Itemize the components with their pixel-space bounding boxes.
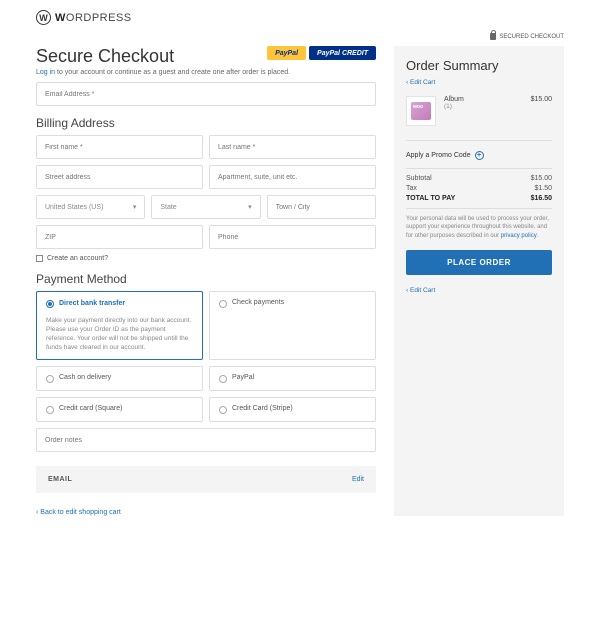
page-title: Secure Checkout <box>36 46 174 67</box>
paypal-credit-button[interactable]: PayPal CREDIT <box>309 46 376 60</box>
privacy-policy-link[interactable]: privacy policy <box>501 233 537 239</box>
apartment-field[interactable] <box>209 165 376 189</box>
payment-option-description: Make your payment directly into our bank… <box>46 316 193 352</box>
logo-text: WORDPRESS <box>55 12 132 24</box>
item-qty: (1) <box>444 103 464 110</box>
order-summary-panel: Order Summary Edit Cart Album (1) $15.00… <box>394 46 564 516</box>
create-account-row[interactable]: Create an account? <box>36 255 376 262</box>
paypal-button[interactable]: PayPal <box>267 46 306 60</box>
create-account-label: Create an account? <box>47 255 108 262</box>
zip-field[interactable] <box>36 225 203 249</box>
payment-option-bank-transfer[interactable]: Direct bank transfer Make your payment d… <box>36 291 203 360</box>
total-row: TOTAL TO PAY$16.50 <box>406 195 552 202</box>
edit-cart-link-bottom[interactable]: Edit Cart <box>406 287 435 294</box>
cart-item: Album (1) $15.00 <box>406 96 552 126</box>
login-note: Log in to your account or continue as a … <box>36 69 376 76</box>
email-edit-link[interactable]: Edit <box>352 476 364 483</box>
subtotal-row: Subtotal$15.00 <box>406 175 552 182</box>
country-select[interactable]: United States (US)▾ <box>36 195 145 219</box>
last-name-field[interactable] <box>209 135 376 159</box>
payment-option-check[interactable]: Check payments <box>209 291 376 360</box>
chevron-down-icon: ▾ <box>248 203 252 211</box>
privacy-note: Your personal data will be used to proce… <box>406 215 552 240</box>
radio-icon <box>219 375 227 383</box>
radio-icon <box>46 375 54 383</box>
place-order-button[interactable]: PLACE ORDER <box>406 250 552 275</box>
payment-option-paypal[interactable]: PayPal <box>209 366 376 391</box>
tax-row: Tax$1.50 <box>406 185 552 192</box>
town-field[interactable] <box>267 195 376 219</box>
chevron-down-icon: ▾ <box>133 203 137 211</box>
edit-cart-link[interactable]: Edit Cart <box>406 79 435 86</box>
state-select[interactable]: State▾ <box>151 195 260 219</box>
plus-circle-icon: + <box>475 151 484 160</box>
woo-icon <box>411 102 431 120</box>
divider <box>406 168 552 169</box>
radio-icon <box>46 300 54 308</box>
payment-option-stripe[interactable]: Credit Card (Stripe) <box>209 397 376 422</box>
back-to-cart-link[interactable]: Back to edit shopping cart <box>36 509 121 516</box>
street-field[interactable] <box>36 165 203 189</box>
divider <box>406 140 552 141</box>
checkout-main: Secure Checkout PayPal PayPal CREDIT Log… <box>36 46 376 516</box>
order-notes-field[interactable] <box>36 428 376 452</box>
billing-heading: Billing Address <box>36 116 376 130</box>
create-account-checkbox[interactable] <box>36 255 43 262</box>
email-field[interactable] <box>36 82 376 106</box>
wordpress-icon: W <box>36 10 51 25</box>
email-bar-label: EMAIL <box>48 476 72 483</box>
summary-title: Order Summary <box>406 58 552 73</box>
radio-icon <box>46 406 54 414</box>
phone-field[interactable] <box>209 225 376 249</box>
login-link[interactable]: Log in <box>36 69 55 76</box>
site-logo: W WORDPRESS <box>36 10 564 25</box>
payment-option-cod[interactable]: Cash on delivery <box>36 366 203 391</box>
promo-code-toggle[interactable]: Apply a Promo Code + <box>406 151 552 160</box>
secured-checkout-label: SECURED CHECKOUT <box>36 33 564 40</box>
first-name-field[interactable] <box>36 135 203 159</box>
divider <box>406 208 552 209</box>
item-name: Album <box>444 96 464 103</box>
item-price: $15.00 <box>531 96 552 103</box>
radio-icon <box>219 406 227 414</box>
product-thumbnail <box>406 96 436 126</box>
lock-icon <box>490 33 496 40</box>
payment-option-square[interactable]: Credit card (Square) <box>36 397 203 422</box>
email-summary-bar: EMAIL Edit <box>36 466 376 493</box>
radio-icon <box>219 300 227 308</box>
payment-heading: Payment Method <box>36 272 376 286</box>
